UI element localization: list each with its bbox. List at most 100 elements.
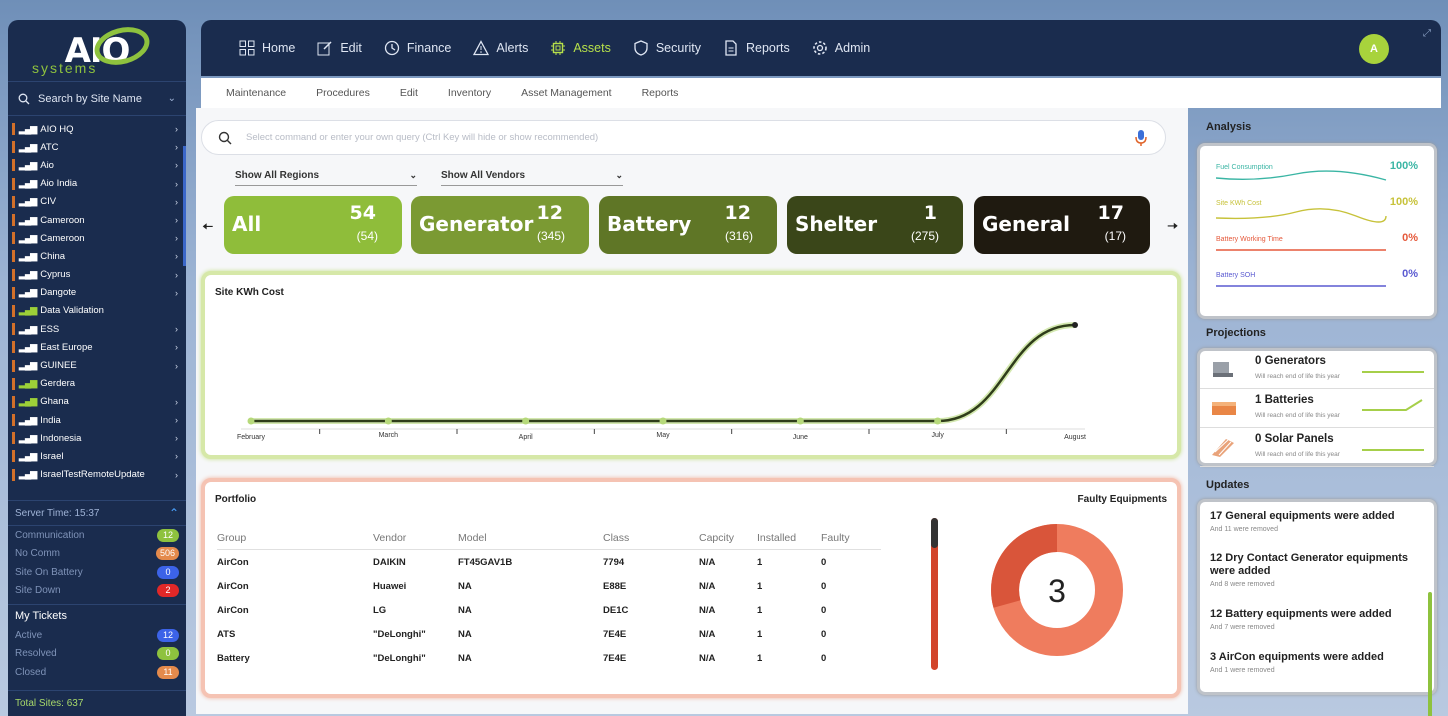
data-point[interactable] — [659, 417, 667, 425]
chevron-right-icon[interactable]: › — [175, 361, 178, 371]
chevron-right-icon[interactable]: › — [175, 160, 178, 170]
chevron-right-icon[interactable]: › — [175, 179, 178, 189]
projection-row[interactable]: 0 Generators Will reach end of life this… — [1200, 351, 1434, 389]
microphone-icon[interactable] — [1135, 129, 1147, 147]
column-header[interactable]: Vendor — [373, 532, 458, 544]
chevron-right-icon[interactable]: › — [175, 251, 178, 261]
chevron-right-icon[interactable]: › — [175, 124, 178, 134]
sidebar-site-item[interactable]: ▂▄▆ IsraelTestRemoteUpdate › — [8, 466, 186, 484]
sidebar-site-item[interactable]: ▂▄▆ CIV › — [8, 193, 186, 211]
sidebar-site-item[interactable]: ▂▄▆ Cameroon › — [8, 229, 186, 247]
sidebar-site-item[interactable]: ▂▄▆ Indonesia › — [8, 429, 186, 447]
data-point[interactable] — [934, 417, 942, 425]
subtab-maintenance[interactable]: Maintenance — [226, 87, 286, 99]
update-item[interactable]: 17 General equipments were added And 11 … — [1210, 510, 1425, 533]
sidebar-site-item[interactable]: ▂▄▆ Ghana › — [8, 393, 186, 411]
nav-item-alerts[interactable]: Alerts — [473, 40, 528, 56]
card-battery[interactable]: Battery 12 (316) — [599, 196, 777, 254]
projection-row[interactable]: 0 Solar Panels Will reach end of life th… — [1200, 429, 1434, 467]
nav-item-edit[interactable]: Edit — [317, 40, 362, 56]
sidebar-site-item[interactable]: ▂▄▆ East Europe › — [8, 338, 186, 356]
subtab-reports[interactable]: Reports — [642, 87, 679, 99]
sidebar-site-item[interactable]: ▂▄▆ Cyprus › — [8, 266, 186, 284]
sidebar-site-item[interactable]: ▂▄▆ AIO HQ › — [8, 120, 186, 138]
card-general[interactable]: General 17 (17) — [974, 196, 1150, 254]
chevron-right-icon[interactable]: › — [175, 215, 178, 225]
data-point[interactable] — [1072, 322, 1078, 328]
site-stat-row[interactable]: Site Down 2 — [8, 582, 186, 601]
regions-filter[interactable]: Show All Regions ⌄ — [235, 166, 417, 186]
nav-item-finance[interactable]: Finance — [384, 40, 451, 56]
sidebar-site-item[interactable]: ▂▄▆ Aio › — [8, 156, 186, 174]
sidebar-site-item[interactable]: ▂▄▆ Data Validation — [8, 302, 186, 320]
table-row[interactable]: ATS "DeLonghi" NA 7E4E N/A 1 0 — [217, 622, 881, 646]
chevron-right-icon[interactable]: › — [175, 342, 178, 352]
chevron-right-icon[interactable]: › — [175, 270, 178, 280]
faulty-scrollbar-thumb[interactable] — [931, 518, 938, 548]
sidebar-site-item[interactable]: ▂▄▆ GUINEE › — [8, 356, 186, 374]
chevron-right-icon[interactable]: › — [175, 415, 178, 425]
nav-item-assets[interactable]: Assets — [550, 40, 611, 56]
nav-item-admin[interactable]: Admin — [812, 40, 870, 56]
table-row[interactable]: Battery "DeLonghi" NA 7E4E N/A 1 0 — [217, 646, 881, 670]
analysis-row[interactable]: Battery Working Time — [1216, 228, 1426, 251]
chevron-right-icon[interactable]: › — [175, 433, 178, 443]
card-shelter[interactable]: Shelter 1 (275) — [787, 196, 963, 254]
update-item[interactable]: 12 Dry Contact Generator equipments were… — [1210, 552, 1425, 588]
column-header[interactable]: Class — [603, 532, 699, 544]
site-stat-row[interactable]: Site On Battery 0 — [8, 563, 186, 582]
chevron-right-icon[interactable]: › — [175, 233, 178, 243]
chevron-right-icon[interactable]: › — [175, 142, 178, 152]
nav-item-reports[interactable]: Reports — [723, 40, 790, 56]
update-item[interactable]: 3 AirCon equipments were added And 1 wer… — [1210, 651, 1425, 674]
chevron-right-icon[interactable]: › — [175, 197, 178, 207]
subtab-procedures[interactable]: Procedures — [316, 87, 370, 99]
sidebar-site-item[interactable]: ▂▄▆ ESS › — [8, 320, 186, 338]
column-header[interactable]: Faulty — [821, 532, 881, 544]
site-stat-row[interactable]: No Comm 506 — [8, 545, 186, 564]
column-header[interactable]: Model — [458, 532, 603, 544]
data-point[interactable] — [796, 417, 804, 425]
command-input[interactable]: Select command or enter your own query (… — [201, 120, 1166, 155]
update-item[interactable]: 12 Battery equipments were added And 7 w… — [1210, 608, 1425, 631]
sidebar-site-item[interactable]: ▂▄▆ Gerdera — [8, 375, 186, 393]
sidebar-site-item[interactable]: ▂▄▆ Israel › — [8, 447, 186, 465]
arrow-left-icon[interactable]: 🠄 — [202, 216, 213, 240]
nav-item-security[interactable]: Security — [633, 40, 701, 56]
ticket-stat-row[interactable]: Closed 11 — [8, 663, 186, 682]
subtab-asset-management[interactable]: Asset Management — [521, 87, 611, 99]
updates-scrollbar[interactable] — [1428, 592, 1432, 716]
data-point[interactable] — [522, 417, 530, 425]
chevron-right-icon[interactable]: › — [175, 397, 178, 407]
column-header[interactable]: Group — [217, 532, 373, 544]
table-row[interactable]: AirCon Huawei NA E88E N/A 1 0 — [217, 574, 881, 598]
site-search[interactable]: Search by Site Name ⌄ — [8, 82, 186, 116]
vendors-filter[interactable]: Show All Vendors ⌄ — [441, 166, 623, 186]
data-point[interactable] — [384, 417, 392, 425]
logo[interactable]: AIO systems — [8, 20, 186, 82]
nav-item-home[interactable]: Home — [239, 40, 295, 56]
site-stat-row[interactable]: Communication 12 — [8, 526, 186, 545]
column-header[interactable]: Capcity — [699, 532, 757, 544]
sidebar-site-item[interactable]: ▂▄▆ Cameroon › — [8, 211, 186, 229]
column-header[interactable]: Installed — [757, 532, 821, 544]
sidebar-site-item[interactable]: ▂▄▆ Aio India › — [8, 175, 186, 193]
table-row[interactable]: AirCon DAIKIN FT45GAV1B 7794 N/A 1 0 — [217, 550, 881, 574]
expand-icon[interactable]: ⤢ — [1423, 28, 1431, 39]
sidebar-site-item[interactable]: ▂▄▆ India › — [8, 411, 186, 429]
ticket-stat-row[interactable]: Resolved 0 — [8, 645, 186, 664]
projection-row[interactable]: 1 Batteries Will reach end of life this … — [1200, 390, 1434, 428]
collapse-up-icon[interactable]: ⌃ — [169, 506, 179, 520]
card-generator[interactable]: Generator 12 (345) — [411, 196, 589, 254]
sidebar-site-item[interactable]: ▂▄▆ Dangote › — [8, 284, 186, 302]
avatar[interactable]: A — [1359, 34, 1389, 64]
subtab-inventory[interactable]: Inventory — [448, 87, 491, 99]
chevron-right-icon[interactable]: › — [175, 470, 178, 480]
ticket-stat-row[interactable]: Active 12 — [8, 626, 186, 645]
card-all[interactable]: All 54 (54) — [224, 196, 402, 254]
subtab-edit[interactable]: Edit — [400, 87, 418, 99]
chevron-right-icon[interactable]: › — [175, 288, 178, 298]
sidebar-site-item[interactable]: ▂▄▆ ATC › — [8, 138, 186, 156]
analysis-row[interactable]: Battery SOH — [1216, 264, 1426, 287]
chevron-right-icon[interactable]: › — [175, 324, 178, 334]
